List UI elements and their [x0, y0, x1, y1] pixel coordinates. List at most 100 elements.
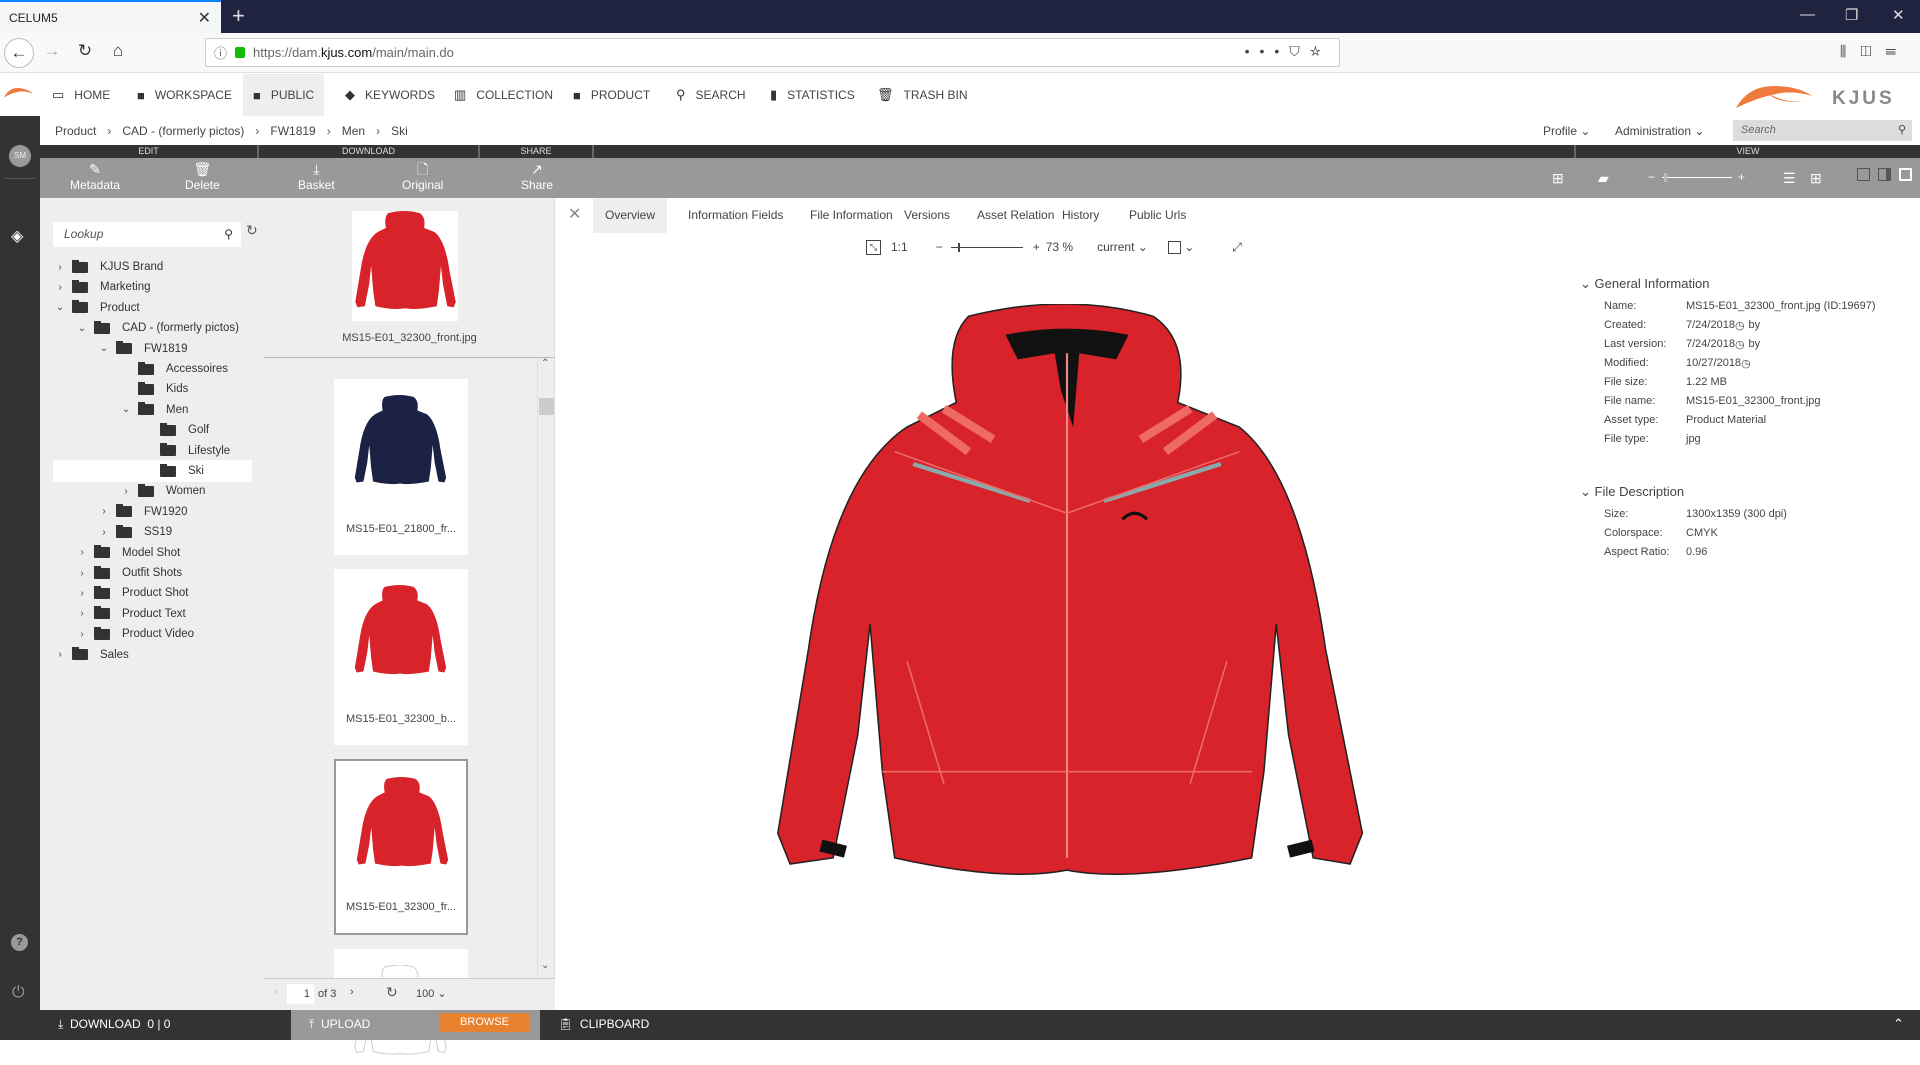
folder-preview-icon[interactable]: ▰ [1598, 170, 1609, 187]
home-button[interactable]: ⌂ [106, 41, 130, 61]
zoom-in-icon[interactable]: + [1738, 170, 1745, 184]
breadcrumb-item[interactable]: Men [342, 124, 365, 138]
info-icon[interactable]: ⓘ [214, 43, 227, 62]
delete-button[interactable]: 🗑 Delete [185, 160, 220, 192]
nav-public[interactable]: ■ PUBLIC [243, 74, 325, 116]
tree-item[interactable]: Kids [53, 378, 252, 400]
chevron-right-icon[interactable]: › [77, 629, 87, 640]
tree-item[interactable]: Lifestyle [53, 440, 252, 462]
close-detail-icon[interactable]: ✕ [568, 204, 581, 224]
tree-item[interactable]: ⌄ Product [53, 297, 252, 319]
help-icon[interactable]: ? [11, 934, 28, 951]
chevron-down-icon[interactable]: ⌄ [77, 323, 87, 334]
breadcrumb-item[interactable]: FW1819 [270, 124, 315, 138]
profile-menu[interactable]: Profile ⌄ [1543, 124, 1590, 138]
browser-tab[interactable]: CELUM5 ✕ [0, 0, 221, 33]
chevron-right-icon[interactable]: › [55, 282, 65, 293]
minimize-icon[interactable]: — [1800, 6, 1815, 23]
scroll-thumb[interactable] [539, 398, 554, 415]
url-bar[interactable]: ⓘ https://dam. kjus.com/main/main.do •••⛉… [205, 38, 1340, 67]
tree-item[interactable]: › Product Shot [53, 582, 252, 604]
window-close-icon[interactable]: ✕ [1892, 6, 1905, 24]
chevron-right-icon[interactable]: › [99, 527, 109, 538]
asset-preview-image[interactable] [732, 304, 1402, 944]
chevron-right-icon[interactable]: › [77, 547, 87, 558]
search-icon[interactable]: ⚲ [1898, 120, 1906, 141]
asset-thumbnail[interactable]: MS15-E01_21800_fr... [334, 379, 468, 555]
tree-item[interactable]: › Marketing [53, 276, 252, 298]
prev-page-icon[interactable]: ‹ [274, 986, 278, 998]
zoom-slider-handle[interactable] [957, 242, 960, 252]
layout-detail-icon[interactable] [1899, 168, 1912, 181]
share-button[interactable]: ↗ Share [521, 160, 553, 192]
browse-button[interactable]: BROWSE [439, 1013, 530, 1032]
metadata-button[interactable]: ✎ Metadata [70, 160, 120, 192]
refresh-icon[interactable]: ↻ [246, 222, 258, 239]
library-icon[interactable]: ⫼ [1840, 43, 1860, 59]
clipboard-toggle[interactable]: 📋︎ CLIPBOARD [558, 1017, 649, 1031]
expand-up-icon[interactable]: ⌃ [1893, 1016, 1904, 1032]
breadcrumb-item[interactable]: Ski [391, 124, 408, 138]
forward-button[interactable]: → [40, 41, 64, 61]
pocket-icon[interactable]: ⛉ [1289, 43, 1310, 59]
tree-item[interactable]: ⌄ Men [53, 399, 252, 421]
new-tab-button[interactable]: + [232, 3, 245, 29]
list-view-icon[interactable]: ☰ [1783, 170, 1796, 187]
next-page-icon[interactable]: › [350, 986, 354, 998]
chevron-down-icon[interactable]: ⌄ [55, 302, 65, 313]
original-button[interactable]: 🗋 Original [402, 160, 443, 192]
tree-item[interactable]: › FW1920 [53, 501, 252, 523]
breadcrumb-item[interactable]: CAD - (formerly pictos) [122, 124, 244, 138]
tab-public-urls[interactable]: Public Urls [1117, 198, 1198, 233]
chevron-right-icon[interactable]: › [55, 649, 65, 660]
power-icon[interactable]: ⏻ [12, 984, 25, 1002]
chevron-right-icon[interactable]: › [77, 608, 87, 619]
tree-item[interactable]: Golf [53, 419, 252, 441]
nav-statistics[interactable]: ▮ STATISTICS [760, 74, 865, 116]
tree-item[interactable]: › SS19 [53, 521, 252, 543]
page-actions-icon[interactable]: ••• [1245, 43, 1290, 59]
chevron-right-icon[interactable]: › [77, 588, 87, 599]
file-description-header[interactable]: ⌄ File Description [1580, 484, 1920, 500]
chevron-down-icon[interactable]: ⌄ [121, 404, 131, 415]
page-input[interactable]: 1 [287, 984, 314, 1004]
version-select[interactable]: current ⌄ [1097, 240, 1148, 254]
tree-item[interactable]: › Outfit Shots [53, 562, 252, 584]
zoom-out-icon[interactable]: − [1648, 170, 1655, 184]
fit-to-screen-icon[interactable]: ⤡ [866, 239, 881, 255]
download-panel-toggle[interactable]: ⤓ DOWNLOAD 0 | 0 [58, 1017, 170, 1032]
nav-keywords[interactable]: ◆ KEYWORDS [335, 74, 445, 116]
close-tab-icon[interactable]: ✕ [198, 8, 211, 28]
tree-item[interactable]: › Women [53, 480, 252, 502]
breadcrumb-item[interactable]: Product [55, 124, 96, 138]
reload-button[interactable]: ↻ [73, 41, 97, 61]
chevron-right-icon[interactable]: › [55, 262, 65, 273]
administration-menu[interactable]: Administration ⌄ [1615, 124, 1704, 138]
user-avatar[interactable]: SM [9, 145, 31, 167]
tree-item[interactable]: Ski [53, 460, 252, 482]
tree-item[interactable]: › Model Shot [53, 542, 252, 564]
asset-thumbnail[interactable]: MS15-E01_32300_b... [334, 569, 468, 745]
tab-history[interactable]: History [1050, 198, 1111, 233]
tree-item[interactable]: › Product Video [53, 623, 252, 645]
general-information-header[interactable]: ⌄ General Information [1580, 276, 1920, 292]
actual-size-button[interactable]: 1:1 [891, 240, 908, 254]
restore-icon[interactable]: ❐ [1845, 6, 1858, 24]
kjus-logo-icon[interactable] [2, 84, 34, 100]
sidebar-icon[interactable]: ◫ [1860, 43, 1885, 59]
tree-item[interactable]: › Product Text [53, 603, 252, 625]
layout-single-icon[interactable] [1857, 168, 1870, 181]
thumb-size-slider[interactable] [1662, 173, 1732, 182]
scroll-down-icon[interactable]: ⌄ [541, 960, 549, 971]
lookup-input[interactable]: Lookup ⚲ [53, 222, 241, 247]
tab-overview[interactable]: Overview [593, 198, 668, 233]
basket-button[interactable]: ⤓ Basket [298, 160, 335, 192]
clock-icon[interactable]: ◷ [1735, 319, 1745, 338]
pinned-asset-thumbnail[interactable] [352, 211, 458, 321]
clock-icon[interactable]: ◷ [1735, 338, 1745, 357]
layout-split-icon[interactable] [1878, 168, 1891, 181]
scroll-up-icon[interactable]: ⌃ [541, 358, 549, 369]
tab-file-information[interactable]: File Information [798, 198, 905, 233]
menu-icon[interactable]: ☰ [1886, 43, 1911, 59]
nav-collection[interactable]: ▥ COLLECTION [444, 74, 563, 116]
